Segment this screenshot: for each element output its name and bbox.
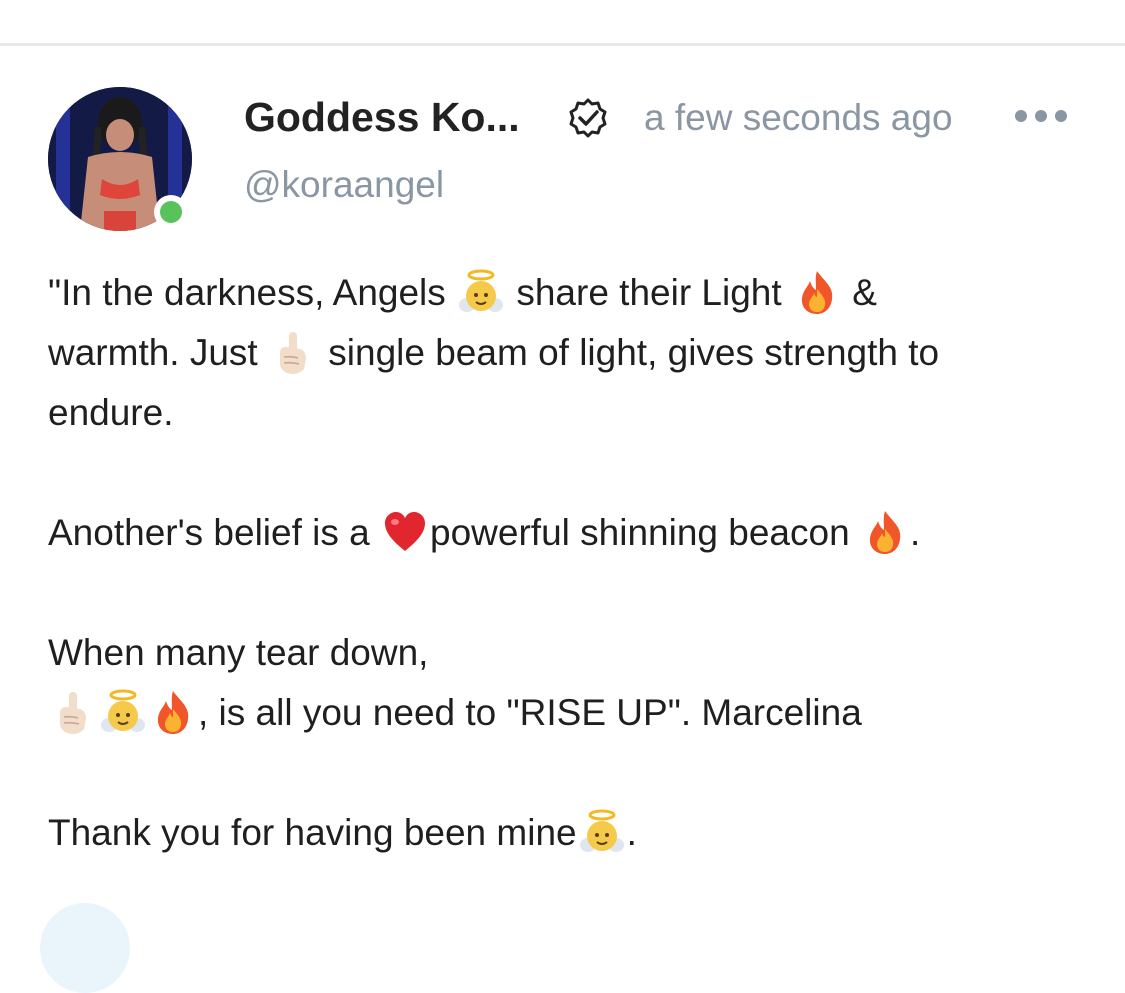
point-up-emoji-icon (59, 691, 87, 735)
text-segment: "In the darkness, Angels (48, 272, 457, 313)
paragraph-2: Another's belief is a powerful shinning … (48, 503, 1088, 563)
post-text: "In the darkness, Angels share their Lig… (48, 263, 1088, 863)
angel-emoji-icon (578, 809, 625, 854)
top-divider (0, 43, 1125, 46)
paragraph-4: Thank you for having been mine. (48, 803, 1088, 863)
online-status-dot (154, 195, 188, 229)
paragraph-3: When many tear down, , is all you need t… (48, 623, 1088, 743)
fire-emoji-icon (869, 511, 901, 554)
red-heart-emoji-icon (385, 512, 426, 551)
text-segment: Another's belief is a (48, 512, 381, 553)
text-segment: When many tear down, (48, 632, 429, 673)
text-segment: . (626, 812, 637, 853)
author-name[interactable]: Goddess Ko... (244, 94, 520, 141)
paragraph-1: "In the darkness, Angels share their Lig… (48, 263, 1088, 443)
text-segment: powerful shinning beacon (430, 512, 860, 553)
author-handle[interactable]: @koraangel (244, 164, 444, 206)
angel-emoji-icon (458, 269, 505, 314)
text-segment: . (909, 512, 921, 553)
text-segment: Thank you for having been mine (48, 812, 577, 853)
text-segment: , is all you need to "RISE UP". Marcelin… (198, 692, 862, 733)
post-timestamp[interactable]: a few seconds ago (644, 97, 953, 139)
like-button[interactable] (40, 903, 130, 993)
text-segment: share their Light (506, 272, 792, 313)
fire-emoji-icon (801, 271, 833, 314)
more-dots-icon[interactable] (1015, 108, 1067, 124)
point-up-emoji-icon (279, 331, 307, 375)
angel-emoji-icon (100, 689, 146, 734)
verified-badge-icon (569, 98, 607, 138)
fire-emoji-icon (157, 691, 189, 734)
